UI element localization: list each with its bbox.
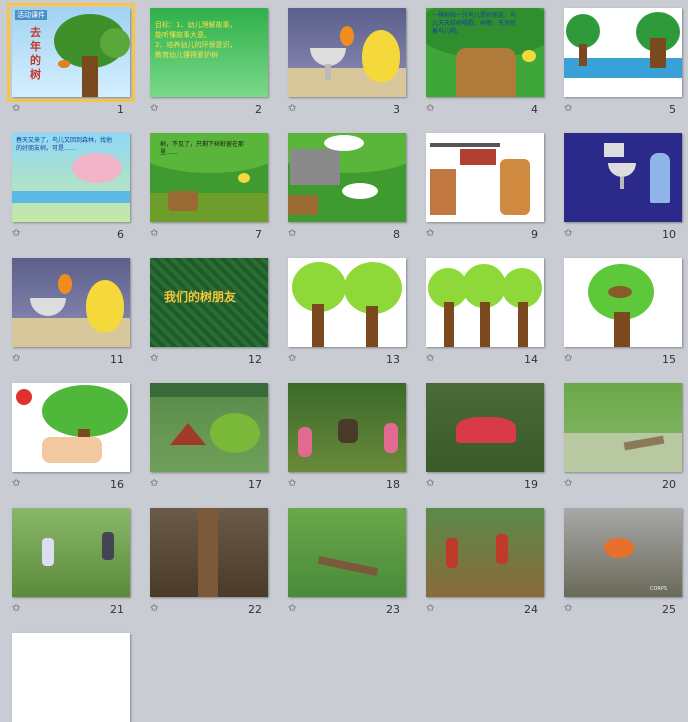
slide-number: 9 bbox=[531, 228, 538, 241]
slide-number: 25 bbox=[662, 603, 676, 616]
slide-number: 10 bbox=[662, 228, 676, 241]
slide-thumbnail-18[interactable] bbox=[288, 383, 406, 472]
slide-number: 18 bbox=[386, 478, 400, 491]
slide-number: 16 bbox=[110, 478, 124, 491]
slide-star-icon: ✩ bbox=[426, 103, 435, 114]
slide-number: 4 bbox=[531, 103, 538, 116]
slide-thumbnail-12[interactable]: 我们的树朋友 bbox=[150, 258, 268, 347]
slide-star-icon: ✩ bbox=[288, 228, 297, 239]
slide-star-icon: ✩ bbox=[12, 603, 21, 614]
slide-star-icon: ✩ bbox=[426, 478, 435, 489]
slide-thumbnail-13[interactable] bbox=[288, 258, 406, 347]
slide-number: 20 bbox=[662, 478, 676, 491]
slide-thumbnail-22[interactable] bbox=[150, 508, 268, 597]
slide-text: 一棵树和一只鸟儿是好朋友。鸟儿天天给树唱歌，树呢，天天听着鸟儿唱。 bbox=[432, 12, 517, 35]
slide-thumbnail-5[interactable] bbox=[564, 8, 682, 97]
slide-star-icon: ✩ bbox=[150, 353, 159, 364]
slide-star-icon: ✩ bbox=[426, 603, 435, 614]
slide-star-icon: ✩ bbox=[564, 228, 573, 239]
slide-star-icon: ✩ bbox=[288, 603, 297, 614]
slide-number: 11 bbox=[110, 353, 124, 366]
slide-thumbnail-15[interactable] bbox=[564, 258, 682, 347]
slide-star-icon: ✩ bbox=[12, 228, 21, 239]
slide-title: 我们的树朋友 bbox=[164, 290, 237, 304]
slide-thumbnail-17[interactable] bbox=[150, 383, 268, 472]
slide-number: 13 bbox=[386, 353, 400, 366]
slide-thumbnail-3[interactable] bbox=[288, 8, 406, 97]
slide-text: 春天又来了，鸟儿又回到森林，找他的好朋友树。可是…… bbox=[16, 137, 113, 152]
slide-number: 19 bbox=[524, 478, 538, 491]
slide-thumbnail-14[interactable] bbox=[426, 258, 544, 347]
slide-number: 15 bbox=[662, 353, 676, 366]
slide-thumbnail-11[interactable] bbox=[12, 258, 130, 347]
slide-star-icon: ✩ bbox=[564, 353, 573, 364]
slide-text: 目标：1、幼儿理解故事， 能听懂故事大意。 2、培养幼儿的环保意识， 教育幼儿懂得爱护… bbox=[155, 21, 237, 59]
slide-number: 2 bbox=[255, 103, 262, 116]
slide-number: 6 bbox=[117, 228, 124, 241]
slide-tag: 活动课件 bbox=[15, 10, 47, 20]
slide-star-icon: ✩ bbox=[288, 478, 297, 489]
slide-number: 8 bbox=[393, 228, 400, 241]
slide-thumbnail-21[interactable] bbox=[12, 508, 130, 597]
slide-number: 5 bbox=[669, 103, 676, 116]
slide-star-icon: ✩ bbox=[150, 603, 159, 614]
slide-star-icon: ✩ bbox=[150, 478, 159, 489]
slide-thumbnail-23[interactable] bbox=[288, 508, 406, 597]
slide-thumbnail-1[interactable]: 活动课件 去年的树 bbox=[7, 3, 135, 102]
slide-number: 23 bbox=[386, 603, 400, 616]
slide-thumbnail-19[interactable] bbox=[426, 383, 544, 472]
slide-number: 7 bbox=[255, 228, 262, 241]
slide-number: 17 bbox=[248, 478, 262, 491]
slide-star-icon: ✩ bbox=[12, 103, 21, 114]
slide-star-icon: ✩ bbox=[564, 103, 573, 114]
slide-star-icon: ✩ bbox=[12, 353, 21, 364]
slide-number: 12 bbox=[248, 353, 262, 366]
slide-number: 22 bbox=[248, 603, 262, 616]
slide-thumbnail-6[interactable]: 春天又来了，鸟儿又回到森林，找他的好朋友树。可是…… bbox=[12, 133, 130, 222]
slide-star-icon: ✩ bbox=[288, 103, 297, 114]
slide-thumbnail-26[interactable] bbox=[12, 633, 130, 722]
slide-star-icon: ✩ bbox=[564, 603, 573, 614]
slide-thumbnail-24[interactable] bbox=[426, 508, 544, 597]
slide-title: 去年的树 bbox=[30, 26, 41, 81]
slide-number: 24 bbox=[524, 603, 538, 616]
slide-star-icon: ✩ bbox=[564, 478, 573, 489]
slide-thumbnail-20[interactable] bbox=[564, 383, 682, 472]
slide-number: 1 bbox=[117, 103, 124, 116]
slide-text: 树，不见了，只剩下树桩留在那里…… bbox=[160, 141, 245, 156]
slide-star-icon: ✩ bbox=[150, 103, 159, 114]
slide-number: 21 bbox=[110, 603, 124, 616]
slide-thumbnail-2[interactable]: 目标：1、幼儿理解故事， 能听懂故事大意。 2、培养幼儿的环保意识， 教育幼儿懂得爱护… bbox=[150, 8, 268, 97]
slide-star-icon: ✩ bbox=[288, 353, 297, 364]
slide-number: 3 bbox=[393, 103, 400, 116]
slide-thumbnail-4[interactable]: 一棵树和一只鸟儿是好朋友。鸟儿天天给树唱歌，树呢，天天听着鸟儿唱。 bbox=[426, 8, 544, 97]
slide-thumbnail-9[interactable] bbox=[426, 133, 544, 222]
slide-star-icon: ✩ bbox=[12, 478, 21, 489]
slide-thumbnail-7[interactable]: 树，不见了，只剩下树桩留在那里…… bbox=[150, 133, 268, 222]
slide-thumbnail-10[interactable] bbox=[564, 133, 682, 222]
slide-star-icon: ✩ bbox=[426, 228, 435, 239]
slide-thumbnail-16[interactable] bbox=[12, 383, 130, 472]
slide-star-icon: ✩ bbox=[150, 228, 159, 239]
slide-number: 14 bbox=[524, 353, 538, 366]
slide-star-icon: ✩ bbox=[426, 353, 435, 364]
slide-thumbnail-25[interactable]: CORPS bbox=[564, 508, 682, 597]
slide-thumbnail-8[interactable] bbox=[288, 133, 406, 222]
watermark-text: CORPS bbox=[650, 586, 668, 592]
